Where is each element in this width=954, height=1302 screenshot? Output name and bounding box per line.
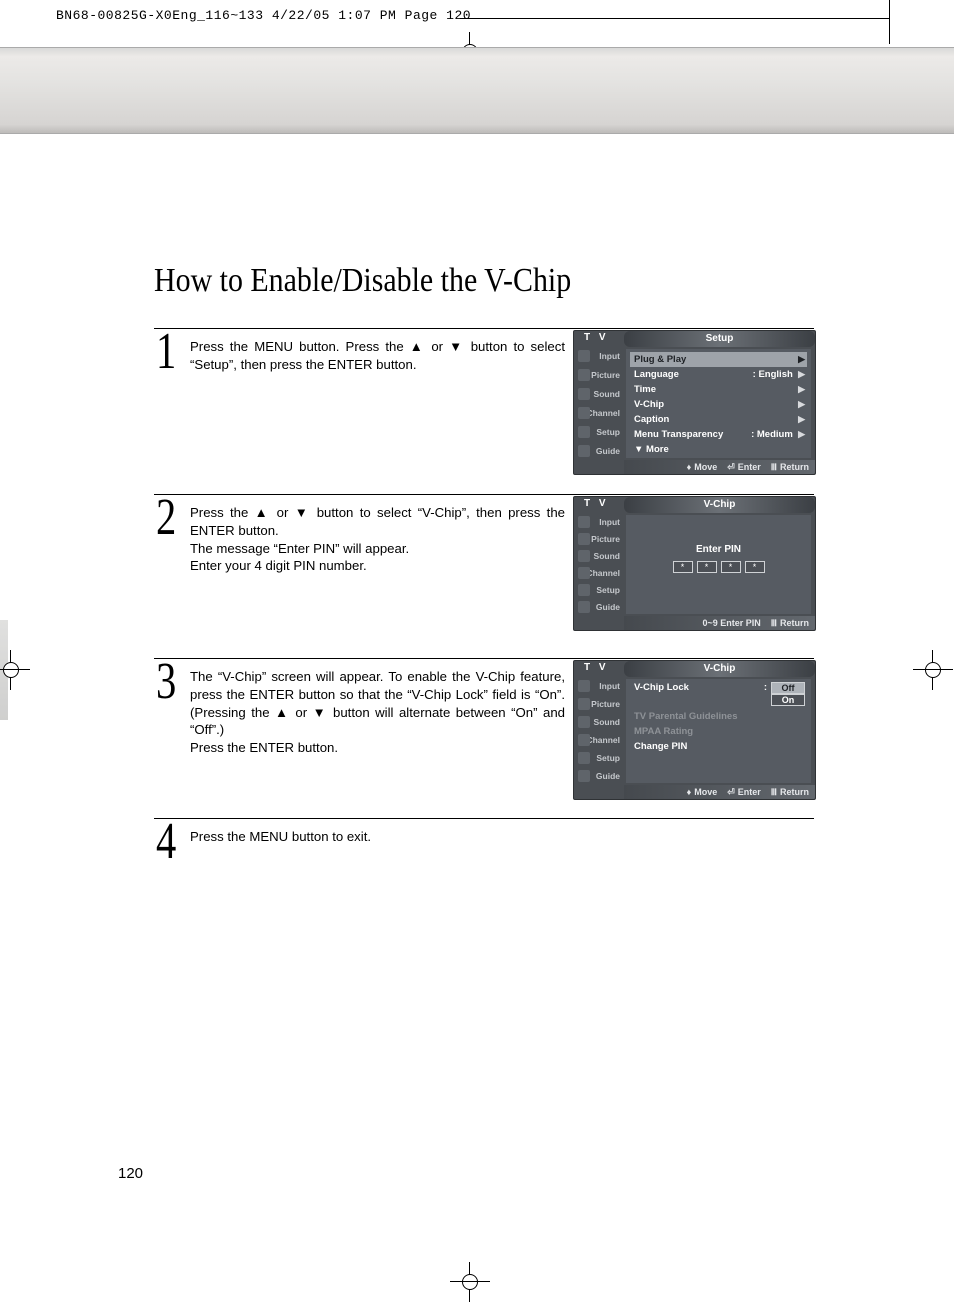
step-number: 4 bbox=[156, 812, 176, 871]
step-text: Press the MENU button. Press the ▲ or ▼ … bbox=[190, 338, 565, 374]
enter-pin-label: Enter PIN bbox=[630, 544, 807, 555]
vchip-lock-off: Off bbox=[771, 682, 805, 694]
help-enterpin: 0~9 Enter PIN bbox=[703, 618, 761, 628]
osd-side-input: Input bbox=[574, 347, 624, 366]
enter-icon: ⏎ bbox=[727, 462, 735, 473]
osd-helpbar: ♦Move ⏎Enter ⅢReturn bbox=[624, 460, 815, 474]
osd-sidebar: Input Picture Sound Channel Setup Guide bbox=[574, 677, 624, 785]
osd-helpbar: ♦Move ⏎Enter ⅢReturn bbox=[624, 785, 815, 799]
page-number: 120 bbox=[118, 1165, 143, 1182]
crop-rule bbox=[889, 0, 890, 44]
osd-sidebar: Input Picture Sound Channel Setup Guide bbox=[574, 347, 624, 460]
vchip-lock-on: On bbox=[771, 694, 805, 706]
osd-side-guide: Guide bbox=[574, 767, 624, 785]
osd-title: V-Chip bbox=[624, 497, 815, 513]
pin-digit: * bbox=[697, 561, 717, 573]
help-enter: ⏎Enter bbox=[727, 787, 761, 798]
updown-icon: ♦ bbox=[687, 462, 692, 472]
osd-title: Setup bbox=[624, 331, 815, 347]
registration-mark-icon bbox=[450, 1262, 490, 1302]
step-number: 1 bbox=[156, 322, 176, 381]
osd-side-guide: Guide bbox=[574, 441, 624, 460]
help-return: ⅢReturn bbox=[771, 462, 809, 473]
help-move: ♦Move bbox=[687, 787, 718, 797]
step-text: Press the ▲ or ▼ button to select “V-Chi… bbox=[190, 504, 565, 575]
help-enter: ⏎Enter bbox=[727, 462, 761, 473]
pin-digit: * bbox=[673, 561, 693, 573]
registration-mark-icon bbox=[0, 650, 30, 690]
osd-helpbar: 0~9 Enter PIN ⅢReturn bbox=[624, 616, 815, 630]
osd-content: V-Chip Lock : Off On TV Parental Guideli… bbox=[626, 679, 811, 783]
pin-boxes: * * * * bbox=[630, 561, 807, 573]
osd-vchip-screenshot: T V V-Chip Input Picture Sound Channel S… bbox=[573, 660, 816, 800]
crop-mark-header: BN68-00825G-X0Eng_116~133 4/22/05 1:07 P… bbox=[56, 8, 471, 23]
osd-row: ▼ More bbox=[630, 442, 807, 457]
osd-row: Caption▶ bbox=[630, 412, 807, 427]
osd-content: Enter PIN * * * * bbox=[626, 515, 811, 614]
osd-row: Language: English ▶ bbox=[630, 367, 807, 382]
pin-digit: * bbox=[721, 561, 741, 573]
osd-row: Plug & Play ▶ bbox=[630, 352, 807, 367]
osd-sidebar: Input Picture Sound Channel Setup Guide bbox=[574, 513, 624, 616]
osd-setup-screenshot: T V Setup Input Picture Sound Channel Se… bbox=[573, 330, 816, 475]
enter-icon: ⏎ bbox=[727, 787, 735, 798]
osd-side-input: Input bbox=[574, 513, 624, 530]
help-move: ♦Move bbox=[687, 462, 718, 472]
osd-row: Change PIN bbox=[630, 739, 807, 754]
help-return: ⅢReturn bbox=[771, 618, 809, 629]
divider bbox=[154, 494, 814, 495]
page-title: How to Enable/Disable the V-Chip bbox=[154, 262, 571, 300]
osd-side-guide: Guide bbox=[574, 599, 624, 616]
osd-title: V-Chip bbox=[624, 661, 815, 677]
divider bbox=[154, 818, 814, 819]
step-text: Press the MENU button to exit. bbox=[190, 828, 565, 846]
updown-icon: ♦ bbox=[687, 787, 692, 797]
return-icon: Ⅲ bbox=[771, 618, 777, 629]
osd-row: MPAA Rating bbox=[630, 724, 807, 739]
osd-row: TV Parental Guidelines bbox=[630, 709, 807, 724]
divider bbox=[154, 328, 814, 329]
osd-row: Menu Transparency: Medium ▶ bbox=[630, 427, 807, 442]
return-icon: Ⅲ bbox=[771, 462, 777, 473]
osd-side-picture: Picture bbox=[574, 530, 624, 547]
help-return: ⅢReturn bbox=[771, 787, 809, 798]
osd-side-channel: Channel bbox=[574, 403, 624, 422]
registration-mark-icon bbox=[913, 650, 953, 690]
osd-tv-label: T V bbox=[584, 332, 609, 343]
osd-enterpin-screenshot: T V V-Chip Input Picture Sound Channel S… bbox=[573, 496, 816, 631]
chapter-band bbox=[0, 47, 954, 134]
osd-side-sound: Sound bbox=[574, 547, 624, 564]
return-icon: Ⅲ bbox=[771, 787, 777, 798]
osd-tv-label: T V bbox=[584, 498, 609, 509]
osd-side-picture: Picture bbox=[574, 366, 624, 385]
osd-tv-label: T V bbox=[584, 662, 609, 673]
step-number: 2 bbox=[156, 488, 176, 547]
osd-side-setup: Setup bbox=[574, 422, 624, 441]
step-number: 3 bbox=[156, 652, 176, 711]
step-text: The “V-Chip” screen will appear. To enab… bbox=[190, 668, 565, 757]
osd-side-sound: Sound bbox=[574, 385, 624, 404]
osd-row: Time▶ bbox=[630, 382, 807, 397]
osd-side-channel: Channel bbox=[574, 731, 624, 749]
pin-digit: * bbox=[745, 561, 765, 573]
osd-row: V-Chip▶ bbox=[630, 397, 807, 412]
crop-rule bbox=[460, 18, 890, 19]
divider bbox=[154, 658, 814, 659]
osd-side-setup: Setup bbox=[574, 749, 624, 767]
osd-row: V-Chip Lock : Off On bbox=[630, 682, 807, 697]
osd-side-setup: Setup bbox=[574, 582, 624, 599]
osd-side-sound: Sound bbox=[574, 713, 624, 731]
osd-side-picture: Picture bbox=[574, 695, 624, 713]
osd-content: Plug & Play ▶ Language: English ▶ Time▶ … bbox=[626, 349, 811, 458]
osd-side-channel: Channel bbox=[574, 565, 624, 582]
osd-side-input: Input bbox=[574, 677, 624, 695]
